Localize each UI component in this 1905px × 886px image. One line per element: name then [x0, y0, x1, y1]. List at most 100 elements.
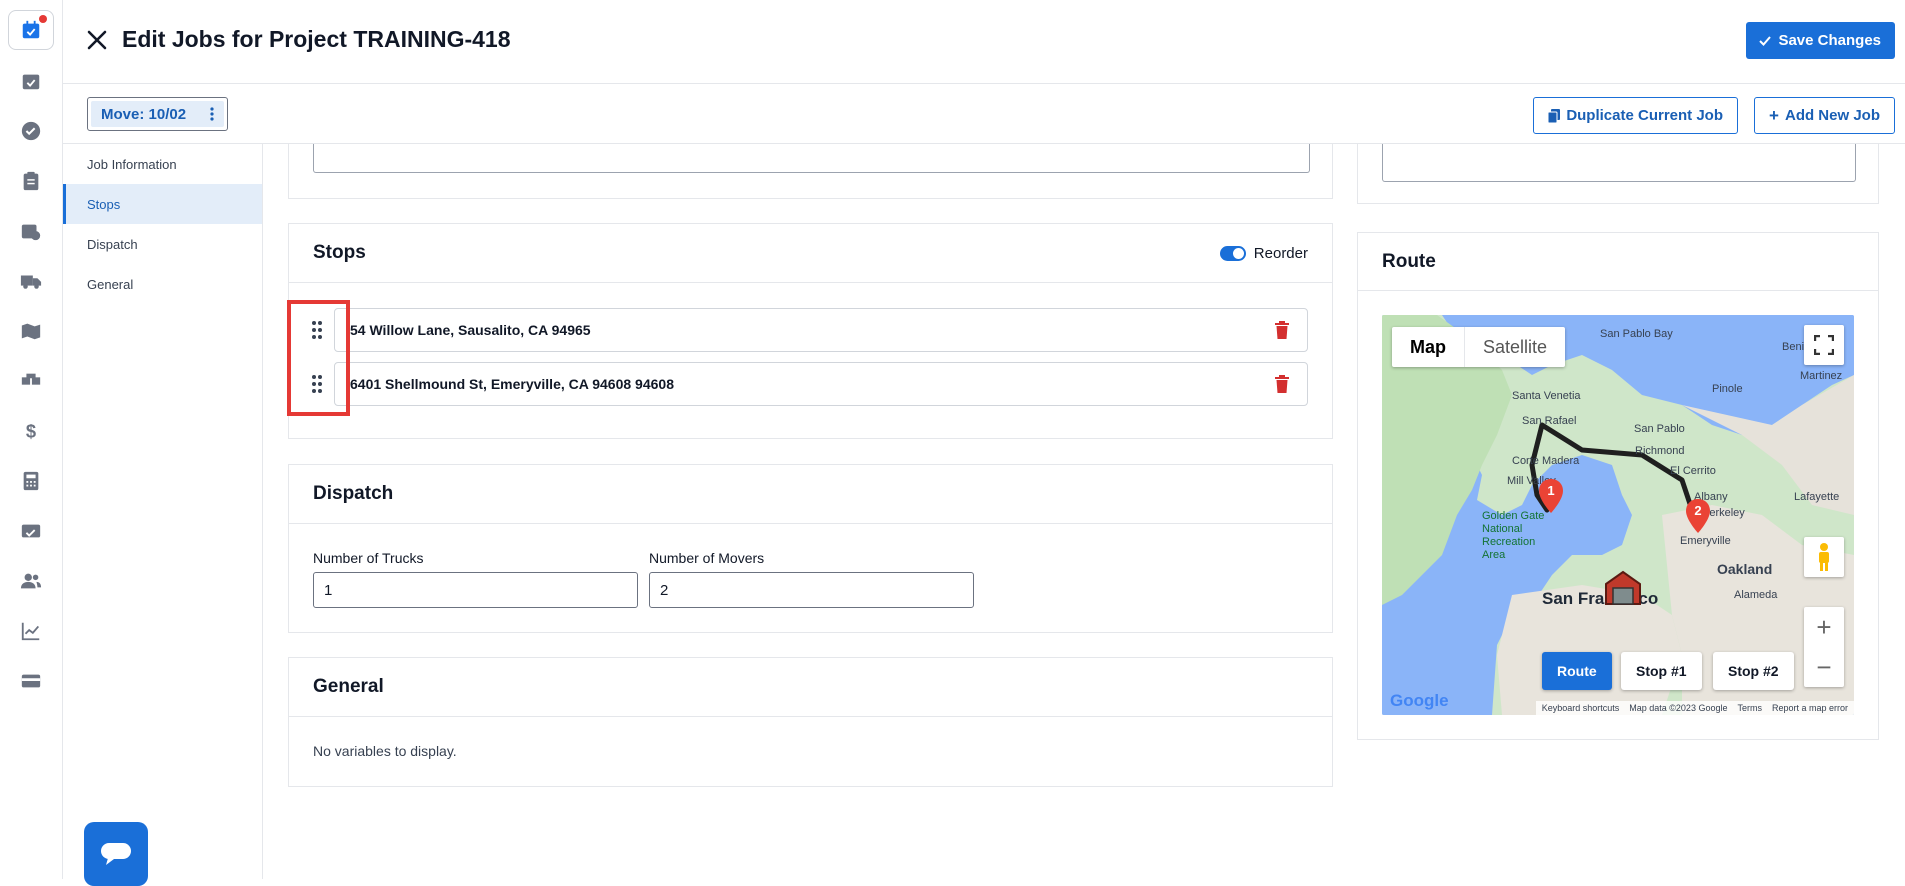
- marker-label: 1: [1547, 483, 1555, 498]
- terms-link[interactable]: Terms: [1737, 703, 1762, 713]
- details-textarea[interactable]: [1382, 144, 1856, 182]
- chat-button[interactable]: [84, 822, 148, 886]
- credit-card-icon[interactable]: [8, 661, 54, 701]
- place-label: San Pablo Bay: [1600, 328, 1673, 340]
- marker-label: 2: [1694, 503, 1702, 518]
- street-view-icon[interactable]: [1804, 537, 1844, 577]
- map-attribution: Keyboard shortcuts Map data ©2023 Google…: [1535, 701, 1854, 715]
- trash-icon[interactable]: [1274, 321, 1290, 339]
- stop-row[interactable]: 54 Willow Lane, Sausalito, CA 94965: [334, 308, 1308, 352]
- map-tab-map[interactable]: Map: [1392, 327, 1464, 367]
- place-label: Richmond: [1635, 445, 1685, 457]
- stop-address: 6401 Shellmound St, Emeryville, CA 94608…: [350, 376, 674, 392]
- zoom-in-icon[interactable]: +: [1816, 607, 1831, 647]
- users-icon[interactable]: [8, 561, 54, 601]
- dollar-icon[interactable]: $: [8, 411, 54, 451]
- place-label: Golden Gate National Recreation Area: [1482, 510, 1545, 561]
- add-new-job-button[interactable]: + Add New Job: [1754, 97, 1895, 134]
- duplicate-job-button[interactable]: Duplicate Current Job: [1533, 97, 1738, 134]
- dispatch-title: Dispatch: [313, 483, 394, 504]
- page-title: Edit Jobs for Project TRAINING-418: [122, 26, 511, 52]
- duplicate-job-label: Duplicate Current Job: [1566, 107, 1723, 124]
- google-logo: Google: [1390, 691, 1449, 710]
- notification-dot: [39, 15, 47, 23]
- zoom-out-icon[interactable]: −: [1816, 647, 1831, 687]
- route-map[interactable]: San Pablo Bay Santa Venetia Benic Pinole…: [1382, 315, 1854, 715]
- invoice-icon[interactable]: [8, 511, 54, 551]
- stop-row[interactable]: 6401 Shellmound St, Emeryville, CA 94608…: [334, 362, 1308, 406]
- place-label: Lafayette: [1794, 491, 1840, 503]
- nav-item-job-information[interactable]: Job Information: [63, 144, 262, 184]
- stop-2-button[interactable]: Stop #2: [1713, 652, 1794, 690]
- truck-icon[interactable]: [8, 261, 54, 301]
- place-label: Corte Madera: [1512, 455, 1580, 467]
- close-icon[interactable]: [83, 26, 111, 54]
- general-empty-text: No variables to display.: [313, 743, 457, 759]
- trash-icon[interactable]: [1274, 375, 1290, 393]
- map-type-control: Map Satellite: [1392, 327, 1566, 367]
- save-changes-label: Save Changes: [1778, 32, 1881, 49]
- clipboard-icon[interactable]: [8, 161, 54, 201]
- place-label: El Cerrito: [1670, 465, 1716, 477]
- warehouse-icon[interactable]: [1604, 570, 1642, 606]
- place-label: San Rafael: [1522, 415, 1577, 427]
- svg-text:$: $: [26, 420, 36, 441]
- job-bar: Move: 10/02 Duplicate Current Job + Add …: [63, 84, 1905, 144]
- plus-icon: +: [1769, 105, 1779, 125]
- stops-title: Stops: [313, 242, 366, 263]
- nav-item-stops[interactable]: Stops: [63, 184, 262, 224]
- map-data-text: Map data ©2023 Google: [1629, 703, 1728, 713]
- keyboard-shortcuts-link[interactable]: Keyboard shortcuts: [1542, 703, 1620, 713]
- place-label: Alameda: [1734, 589, 1778, 601]
- chat-icon: [101, 843, 131, 865]
- map-tab-satellite[interactable]: Satellite: [1464, 327, 1565, 367]
- check-icon: [1759, 35, 1772, 46]
- movers-label: Number of Movers: [649, 550, 765, 566]
- calculator-icon[interactable]: [8, 461, 54, 501]
- place-label: Santa Venetia: [1512, 390, 1581, 402]
- check-circle-icon[interactable]: [8, 111, 54, 151]
- stop-address: 54 Willow Lane, Sausalito, CA 94965: [350, 322, 591, 338]
- zoom-control: + −: [1804, 607, 1844, 687]
- route-view-button[interactable]: Route: [1542, 652, 1612, 690]
- stop-1-button[interactable]: Stop #1: [1621, 652, 1702, 690]
- add-new-job-label: Add New Job: [1784, 107, 1880, 124]
- tasks-icon[interactable]: [8, 61, 54, 101]
- report-error-link[interactable]: Report a map error: [1772, 703, 1848, 713]
- route-title: Route: [1382, 250, 1436, 272]
- copy-icon: [1548, 108, 1561, 123]
- place-label: Pinole: [1712, 383, 1743, 395]
- map-icon[interactable]: [8, 311, 54, 351]
- trucks-label: Number of Trucks: [313, 550, 424, 566]
- movers-input[interactable]: 2: [649, 572, 974, 608]
- fullscreen-icon[interactable]: [1804, 325, 1844, 365]
- job-notes-textarea[interactable]: [313, 144, 1310, 173]
- chart-icon[interactable]: [8, 611, 54, 651]
- nav-item-general[interactable]: General: [63, 264, 262, 304]
- job-information-card: [288, 144, 1333, 199]
- map-marker-2[interactable]: 2: [1686, 499, 1710, 533]
- place-label: San Pablo: [1634, 423, 1685, 435]
- calendar-icon[interactable]: [8, 10, 54, 50]
- more-vertical-icon[interactable]: [210, 107, 214, 121]
- move-selector[interactable]: Move: 10/02: [87, 97, 228, 131]
- save-changes-button[interactable]: Save Changes: [1746, 22, 1895, 59]
- toggle-switch[interactable]: [1219, 245, 1246, 261]
- place-label: Martinez: [1800, 370, 1843, 382]
- app-rail: $: [0, 0, 63, 879]
- trucks-input[interactable]: 1: [313, 572, 638, 608]
- schedule-icon[interactable]: [8, 211, 54, 251]
- map-marker-1[interactable]: 1: [1539, 479, 1563, 513]
- reorder-label: Reorder: [1253, 244, 1308, 262]
- drag-handles-highlight: [287, 300, 350, 416]
- dispatch-card: Dispatch Number of Trucks 1 Number of Mo…: [288, 464, 1333, 633]
- boxes-icon[interactable]: [8, 361, 54, 401]
- details-card: [1357, 144, 1879, 204]
- nav-item-dispatch[interactable]: Dispatch: [63, 224, 262, 264]
- general-card: General No variables to display.: [288, 657, 1333, 787]
- top-bar: Edit Jobs for Project TRAINING-418 Save …: [63, 0, 1905, 84]
- place-label: Emeryville: [1680, 535, 1731, 547]
- place-label: Oakland: [1717, 561, 1773, 577]
- section-nav: Job Information Stops Dispatch General: [63, 144, 263, 879]
- reorder-toggle[interactable]: Reorder: [1219, 244, 1308, 262]
